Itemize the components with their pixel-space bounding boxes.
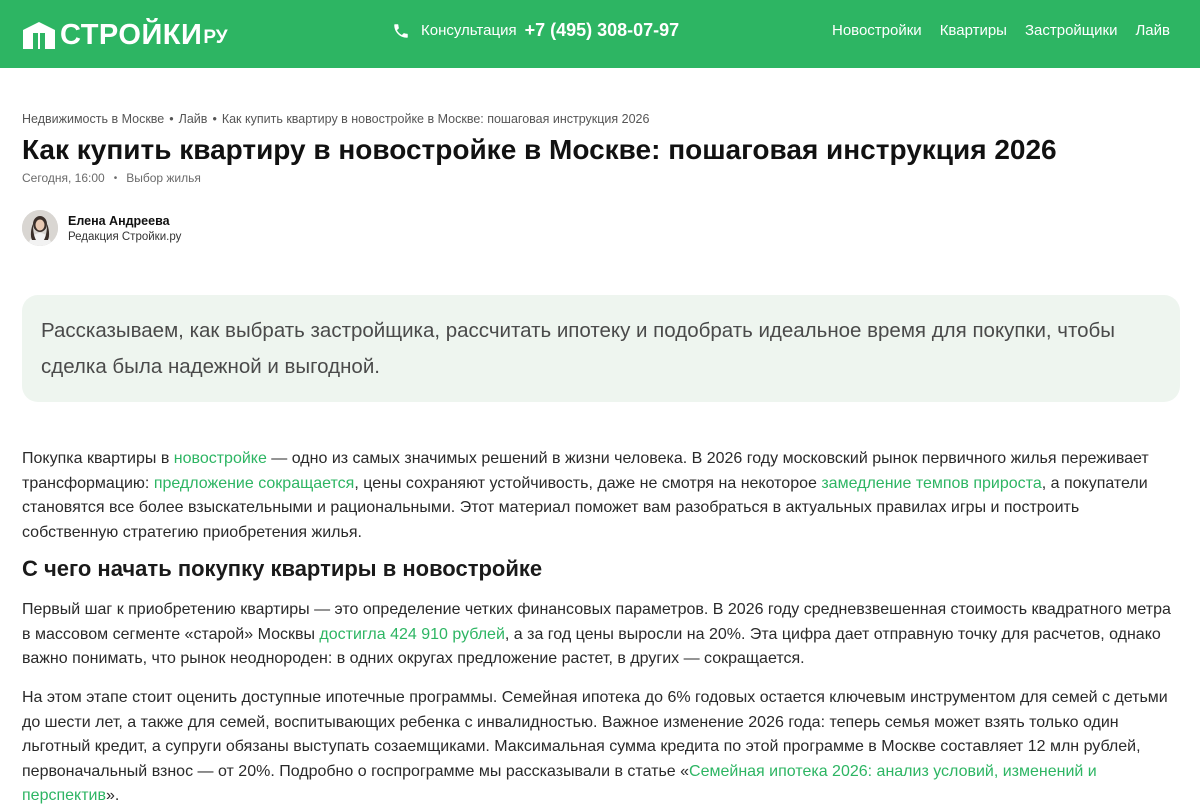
link-novostroyka[interactable]: новостройке — [174, 450, 267, 467]
nav-item-kvartiry[interactable]: Квартиры — [940, 22, 1007, 39]
article-paragraph: Покупка квартиры в новостройке — одно из… — [22, 447, 1172, 545]
link-price-reached[interactable]: достигла 424 910 рублей — [319, 626, 504, 643]
logo-suffix: РУ — [203, 27, 228, 48]
consultation-block: Консультация +7 (495) 308-07-97 — [392, 20, 679, 41]
breadcrumb-item-moscow-realty[interactable]: Недвижимость в Москве — [22, 112, 164, 126]
site-logo[interactable]: СТРОЙКИ РУ — [22, 17, 228, 53]
phone-icon — [394, 23, 408, 38]
consultation-link[interactable]: Консультация — [421, 22, 517, 39]
article-paragraph: Первый шаг к приобретению квартиры — это… — [22, 598, 1172, 672]
logo-house-icon — [23, 22, 55, 49]
paragraph-text: Покупка квартиры в — [22, 450, 174, 467]
author-avatar — [22, 210, 58, 246]
section-heading: С чего начать покупку квартиры в новостр… — [22, 556, 543, 581]
paragraph-text: , цены сохраняют устойчивость, даже не с… — [354, 474, 822, 492]
nav-item-zastroyshchiki[interactable]: Застройщики — [1025, 22, 1118, 39]
breadcrumb-item-live[interactable]: Лайв — [179, 112, 208, 126]
breadcrumb-separator: • — [169, 112, 174, 126]
breadcrumb-separator: • — [212, 112, 217, 126]
article-meta: Сегодня, 16:00 • Выбор жилья — [22, 171, 201, 185]
site-header: СТРОЙКИ РУ Консультация +7 (495) 308-07-… — [0, 0, 1200, 68]
article-date: Сегодня, 16:00 — [22, 171, 105, 185]
main-nav: Новостройки Квартиры Застройщики Лайв — [814, 22, 1170, 39]
author-role: Редакция Стройки.ру — [68, 230, 182, 243]
article-lead: Рассказываем, как выбрать застройщика, р… — [22, 295, 1180, 402]
nav-item-live[interactable]: Лайв — [1135, 22, 1170, 39]
link-supply-decrease[interactable]: предложение сокращается — [154, 475, 355, 492]
person-photo-icon — [22, 210, 58, 246]
meta-separator: • — [113, 172, 118, 184]
logo-text: СТРОЙКИ — [60, 19, 203, 51]
author-block[interactable]: Елена Андреева Редакция Стройки.ру — [22, 210, 181, 246]
article-paragraph: На этом этапе стоит оценить доступные ип… — [22, 686, 1172, 809]
breadcrumb: Недвижимость в Москве • Лайв • Как купит… — [22, 112, 649, 126]
nav-item-novostroyki[interactable]: Новостройки — [832, 22, 922, 39]
article-title: Как купить квартиру в новостройке в Моск… — [22, 134, 1057, 165]
author-info: Елена Андреева Редакция Стройки.ру — [68, 214, 181, 243]
article-rubric-link[interactable]: Выбор жилья — [126, 171, 201, 185]
author-name: Елена Андреева — [68, 213, 170, 228]
breadcrumb-item-current: Как купить квартиру в новостройке в Моск… — [221, 112, 650, 126]
link-growth-slowdown[interactable]: замедление темпов прироста — [821, 475, 1041, 492]
phone-number-link[interactable]: +7 (495) 308-07-97 — [525, 20, 680, 41]
paragraph-text: ». — [105, 787, 120, 804]
